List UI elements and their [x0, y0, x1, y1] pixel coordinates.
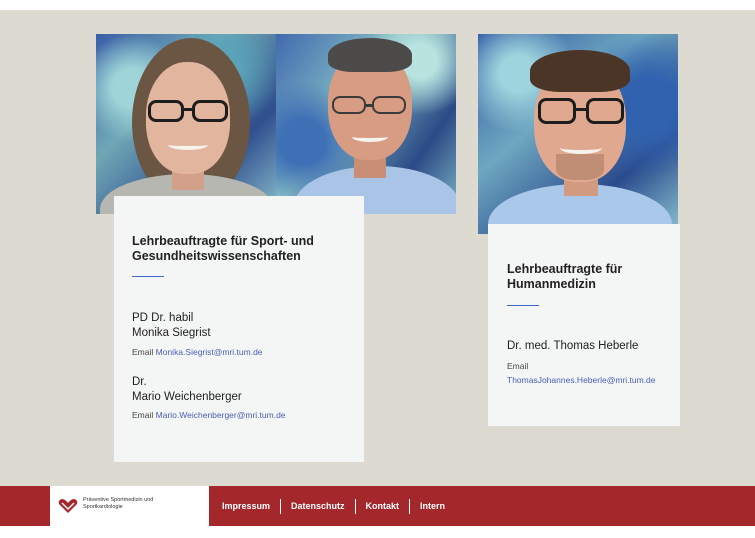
heart-logo-icon [58, 499, 78, 513]
email-row: Email Mario.Weichenberger@mri.tum.de [132, 410, 286, 421]
site-logo[interactable]: Präventive Sportmedizin und Sportkardiol… [50, 486, 209, 538]
footer-nav: Impressum Datenschutz Kontakt Intern [222, 498, 445, 514]
email-link-mario-weichenberger[interactable]: Mario.Weichenberger@mri.tum.de [156, 410, 286, 420]
email-label: Email [132, 347, 154, 357]
nav-kontakt[interactable]: Kontakt [366, 498, 400, 514]
portrait-mario-weichenberger [276, 34, 456, 214]
card-humanmedizin: Lehrbeauftragte für Humanmedizin Dr. med… [488, 224, 680, 426]
email-link-thomas-heberle[interactable]: ThomasJohannes.Heberle@mri.tum.de [507, 375, 655, 386]
nav-separator [409, 498, 411, 514]
top-strip [0, 0, 755, 10]
person-title: PD Dr. habil [132, 312, 194, 324]
portrait-thomas-heberle [478, 34, 678, 234]
email-row: Email Monika.Siegrist@mri.tum.de [132, 347, 263, 358]
person-name: Monika Siegrist [132, 327, 211, 339]
nav-datenschutz[interactable]: Datenschutz [291, 498, 345, 514]
person-name: Dr. med. Thomas Heberle [507, 340, 639, 352]
person-name: Mario Weichenberger [132, 391, 242, 403]
card-sport-gesundheitswissenschaften: Lehrbeauftragte für Sport- und Gesundhei… [114, 196, 364, 462]
nav-intern[interactable]: Intern [420, 498, 445, 514]
nav-impressum[interactable]: Impressum [222, 498, 270, 514]
email-link-monika-siegrist[interactable]: Monika.Siegrist@mri.tum.de [156, 347, 263, 357]
email-label: Email [507, 361, 529, 371]
logo-text: Präventive Sportmedizin und Sportkardiol… [83, 497, 154, 510]
heading-rule [132, 276, 164, 277]
nav-separator [280, 498, 282, 514]
email-label: Email [132, 410, 154, 420]
person-title: Dr. [132, 376, 147, 388]
card-heading-sport: Lehrbeauftragte für Sport- und Gesundhei… [132, 234, 314, 263]
portrait-monika-siegrist [96, 34, 276, 214]
heading-rule [507, 305, 539, 306]
card-heading-humanmedizin: Lehrbeauftragte für Humanmedizin [507, 262, 623, 291]
nav-separator [354, 498, 356, 514]
